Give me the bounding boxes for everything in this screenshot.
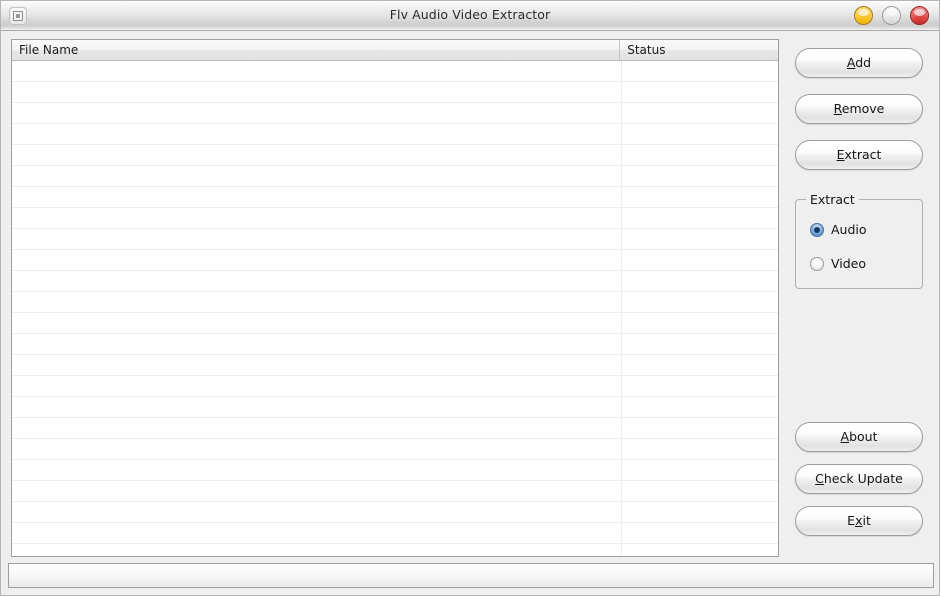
radio-video-label: Video xyxy=(831,256,867,271)
remove-button[interactable]: Remove xyxy=(795,94,923,124)
radio-option-audio[interactable]: Audio xyxy=(810,222,867,237)
check-update-label: heck Update xyxy=(823,471,903,486)
radio-video-icon[interactable] xyxy=(810,256,824,271)
window-title: Flv Audio Video Extractor xyxy=(389,7,551,22)
table-row[interactable] xyxy=(12,355,778,376)
extract-button-label: xtract xyxy=(844,147,882,162)
side-panel: Add Remove Extract Extract Audio Video A… xyxy=(787,37,933,557)
table-header-row: File Name Status xyxy=(12,40,778,61)
window-controls xyxy=(854,6,929,25)
radio-audio-icon[interactable] xyxy=(810,222,824,237)
radio-audio-label: Audio xyxy=(831,222,867,237)
column-divider[interactable] xyxy=(621,61,622,556)
table-row[interactable] xyxy=(12,292,778,313)
maximize-button[interactable] xyxy=(882,6,901,25)
extract-button[interactable]: Extract xyxy=(795,140,923,170)
table-row[interactable] xyxy=(12,250,778,271)
table-row[interactable] xyxy=(12,187,778,208)
about-button[interactable]: About xyxy=(795,422,923,452)
table-row[interactable] xyxy=(12,229,778,250)
extract-mode-groupbox: Extract Audio Video xyxy=(795,192,923,289)
table-row[interactable] xyxy=(12,481,778,502)
add-button-label: dd xyxy=(855,55,872,70)
check-update-mnemonic: C xyxy=(815,471,824,486)
add-button-mnemonic: A xyxy=(846,55,856,70)
table-row[interactable] xyxy=(12,418,778,439)
file-list-table[interactable]: File Name Status xyxy=(11,39,779,557)
close-button[interactable] xyxy=(910,6,929,25)
table-row[interactable] xyxy=(12,82,778,103)
minimize-button[interactable] xyxy=(854,6,873,25)
remove-button-mnemonic: R xyxy=(833,101,842,116)
exit-button[interactable]: Exit xyxy=(795,506,923,536)
table-row[interactable] xyxy=(12,439,778,460)
table-row[interactable] xyxy=(12,145,778,166)
radio-option-video[interactable]: Video xyxy=(810,256,866,271)
application-window: Flv Audio Video Extractor File Name Stat… xyxy=(0,0,940,596)
extract-groupbox-title: Extract xyxy=(806,192,859,207)
exit-button-label-post: it xyxy=(862,513,871,528)
table-row[interactable] xyxy=(12,397,778,418)
extract-button-mnemonic: E xyxy=(836,147,845,162)
about-button-label: bout xyxy=(849,429,878,444)
title-bar[interactable]: Flv Audio Video Extractor xyxy=(1,1,939,31)
table-row[interactable] xyxy=(12,124,778,145)
check-update-button[interactable]: Check Update xyxy=(795,464,923,494)
table-row[interactable] xyxy=(12,313,778,334)
column-header-file-name[interactable]: File Name xyxy=(12,40,621,60)
table-row[interactable] xyxy=(12,61,778,82)
table-row[interactable] xyxy=(12,523,778,544)
table-row[interactable] xyxy=(12,208,778,229)
table-row[interactable] xyxy=(12,166,778,187)
table-row[interactable] xyxy=(12,334,778,355)
table-row[interactable] xyxy=(12,103,778,124)
table-body[interactable] xyxy=(12,61,778,556)
status-bar xyxy=(8,563,934,588)
add-button[interactable]: Add xyxy=(795,48,923,78)
remove-button-label: emove xyxy=(841,101,885,116)
table-row[interactable] xyxy=(12,460,778,481)
about-button-mnemonic: A xyxy=(840,429,850,444)
exit-button-label-pre: E xyxy=(847,513,856,528)
table-row[interactable] xyxy=(12,271,778,292)
table-row[interactable] xyxy=(12,502,778,523)
table-row[interactable] xyxy=(12,376,778,397)
column-header-status[interactable]: Status xyxy=(620,40,778,60)
